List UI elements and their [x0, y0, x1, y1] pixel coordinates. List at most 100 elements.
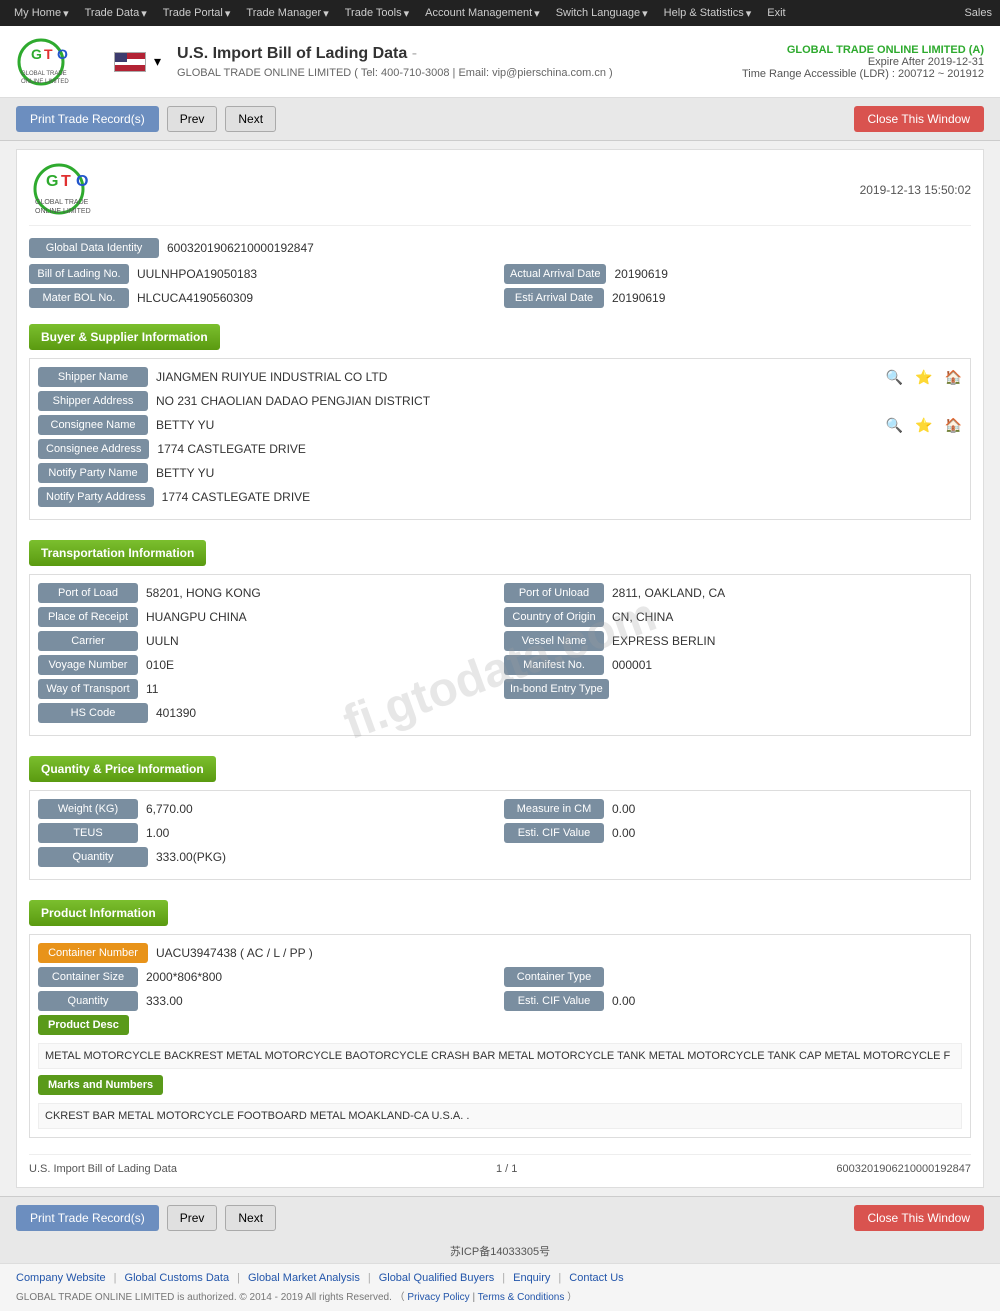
buyer-supplier-header: Buyer & Supplier Information [29, 324, 220, 350]
nav-account-management[interactable]: Account Management ▾ [419, 0, 546, 26]
home-icon[interactable]: 🏠 [945, 369, 962, 386]
header-subtitle: GLOBAL TRADE ONLINE LIMITED ( Tel: 400-7… [177, 67, 742, 79]
weight-label: Weight (KG) [38, 799, 138, 819]
teus-label: TEUS [38, 823, 138, 843]
voyage-manifest-row: Voyage Number 010E Manifest No. 000001 [38, 655, 962, 675]
record-timestamp: 2019-12-13 15:50:02 [860, 183, 971, 197]
manifest-value: 000001 [612, 658, 962, 672]
consignee-address-label: Consignee Address [38, 439, 149, 459]
close-button-top[interactable]: Close This Window [854, 106, 984, 132]
actual-arrival-section: Actual Arrival Date 20190619 [504, 264, 971, 284]
country-origin-section: Country of Origin CN, CHINA [504, 607, 962, 627]
us-flag [114, 52, 146, 72]
header: G T O GLOBAL TRADE ONLINE LIMITED ▾ U.S.… [0, 26, 1000, 98]
inbond-label: In-bond Entry Type [504, 679, 609, 699]
mater-bol-label: Mater BOL No. [29, 288, 129, 308]
notify-party-address-value: 1774 CASTLEGATE DRIVE [162, 490, 962, 504]
esti-cif-value: 0.00 [612, 826, 962, 840]
footer-contact-us[interactable]: Contact Us [569, 1272, 623, 1284]
weight-value: 6,770.00 [146, 802, 496, 816]
footer-company-website[interactable]: Company Website [16, 1272, 106, 1284]
nav-switch-language[interactable]: Switch Language ▾ [550, 0, 654, 26]
consignee-address-value: 1774 CASTLEGATE DRIVE [157, 442, 962, 456]
footer-global-qualified[interactable]: Global Qualified Buyers [379, 1272, 495, 1284]
next-button-bottom[interactable]: Next [225, 1205, 276, 1231]
notify-party-name-label: Notify Party Name [38, 463, 148, 483]
nav-help-statistics[interactable]: Help & Statistics ▾ [658, 0, 758, 26]
measure-label: Measure in CM [504, 799, 604, 819]
place-receipt-label: Place of Receipt [38, 607, 138, 627]
product-qty-label: Quantity [38, 991, 138, 1011]
port-unload-label: Port of Unload [504, 583, 604, 603]
svg-text:T: T [61, 173, 71, 190]
footer-links: Company Website | Global Customs Data | … [16, 1272, 984, 1284]
footer-copyright: GLOBAL TRADE ONLINE LIMITED is authorize… [16, 1288, 984, 1303]
mater-bol-row: Mater BOL No. HLCUCA4190560309 Esti Arri… [29, 288, 971, 308]
nav-trade-manager[interactable]: Trade Manager ▾ [240, 0, 334, 26]
qty-label: Quantity [38, 847, 148, 867]
weight-measure-row: Weight (KG) 6,770.00 Measure in CM 0.00 [38, 799, 962, 819]
product-cif-label: Esti. CIF Value [504, 991, 604, 1011]
container-size-value: 2000*806*800 [146, 970, 496, 984]
shipper-address-label: Shipper Address [38, 391, 148, 411]
footer-terms[interactable]: Terms & Conditions [478, 1292, 565, 1303]
country-origin-label: Country of Origin [504, 607, 604, 627]
svg-text:G: G [31, 46, 42, 62]
carrier-section: Carrier UULN [38, 631, 496, 651]
voyage-label: Voyage Number [38, 655, 138, 675]
container-type-section: Container Type [504, 967, 962, 987]
footer-privacy[interactable]: Privacy Policy [407, 1292, 469, 1303]
prev-button-bottom[interactable]: Prev [167, 1205, 218, 1231]
product-qty-cif-row: Quantity 333.00 Esti. CIF Value 0.00 [38, 991, 962, 1011]
prev-button-top[interactable]: Prev [167, 106, 218, 132]
svg-text:O: O [57, 46, 68, 62]
record-footer-page: 1 / 1 [496, 1163, 517, 1175]
product-info-header: Product Information [29, 900, 168, 926]
notify-party-address-label: Notify Party Address [38, 487, 154, 507]
footer-global-customs[interactable]: Global Customs Data [125, 1272, 230, 1284]
star-icon[interactable]: ⭐ [915, 369, 932, 386]
mater-bol-value: HLCUCA4190560309 [137, 291, 496, 305]
account-name: GLOBAL TRADE ONLINE LIMITED (A) [742, 44, 984, 56]
marks-value: CKREST BAR METAL MOTORCYCLE FOOTBOARD ME… [38, 1103, 962, 1129]
nav-sales[interactable]: Sales [964, 7, 992, 19]
nav-exit[interactable]: Exit [761, 0, 791, 26]
mater-bol-section: Mater BOL No. HLCUCA4190560309 [29, 288, 496, 308]
receipt-origin-row: Place of Receipt HUANGPU CHINA Country o… [38, 607, 962, 627]
svg-text:G: G [46, 173, 58, 190]
page-title: U.S. Import Bill of Lading Data - [177, 45, 742, 63]
vessel-section: Vessel Name EXPRESS BERLIN [504, 631, 962, 651]
teus-cif-row: TEUS 1.00 Esti. CIF Value 0.00 [38, 823, 962, 843]
global-identity-value: 6003201906210000192847 [167, 241, 314, 255]
header-title-area: U.S. Import Bill of Lading Data - GLOBAL… [177, 45, 742, 79]
teus-value: 1.00 [146, 826, 496, 840]
top-toolbar: Print Trade Record(s) Prev Next Close Th… [0, 98, 1000, 141]
product-cif-section: Esti. CIF Value 0.00 [504, 991, 962, 1011]
nav-trade-portal[interactable]: Trade Portal ▾ [157, 0, 237, 26]
consignee-home-icon[interactable]: 🏠 [945, 417, 962, 434]
container-size-type-row: Container Size 2000*806*800 Container Ty… [38, 967, 962, 987]
consignee-star-icon[interactable]: ⭐ [915, 417, 932, 434]
nav-trade-tools[interactable]: Trade Tools ▾ [339, 0, 415, 26]
nav-my-home[interactable]: My Home ▾ [8, 0, 75, 26]
carrier-label: Carrier [38, 631, 138, 651]
record-footer: U.S. Import Bill of Lading Data 1 / 1 60… [29, 1154, 971, 1175]
container-size-section: Container Size 2000*806*800 [38, 967, 496, 987]
consignee-search-icon[interactable]: 🔍 [886, 417, 903, 434]
hs-code-label: HS Code [38, 703, 148, 723]
close-button-bottom[interactable]: Close This Window [854, 1205, 984, 1231]
transport-inbond-row: Way of Transport 11 In-bond Entry Type [38, 679, 962, 699]
next-button-top[interactable]: Next [225, 106, 276, 132]
nav-trade-data[interactable]: Trade Data ▾ [79, 0, 153, 26]
search-icon[interactable]: 🔍 [886, 369, 903, 386]
expire-date: Expire After 2019-12-31 [742, 56, 984, 68]
footer-global-market[interactable]: Global Market Analysis [248, 1272, 360, 1284]
print-button-bottom[interactable]: Print Trade Record(s) [16, 1205, 159, 1231]
footer-enquiry[interactable]: Enquiry [513, 1272, 550, 1284]
bottom-toolbar: Print Trade Record(s) Prev Next Close Th… [0, 1196, 1000, 1239]
global-identity-row: Global Data Identity 6003201906210000192… [29, 238, 971, 258]
container-size-label: Container Size [38, 967, 138, 987]
product-desc-label: Product Desc [38, 1015, 129, 1035]
consignee-name-label: Consignee Name [38, 415, 148, 435]
print-button-top[interactable]: Print Trade Record(s) [16, 106, 159, 132]
